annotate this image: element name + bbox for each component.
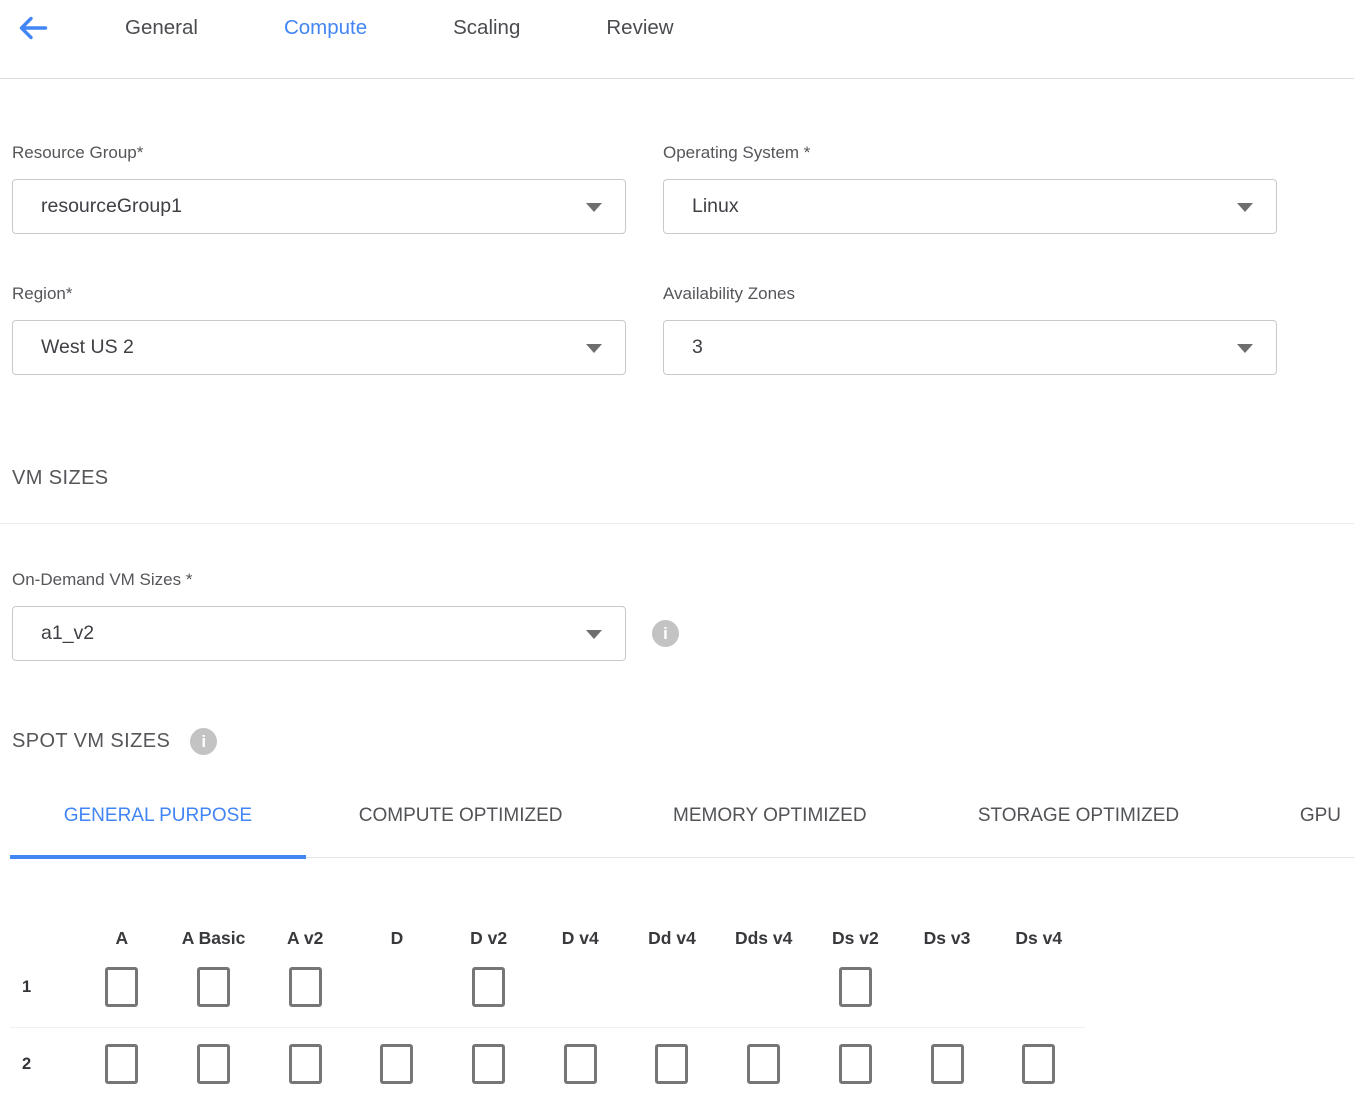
vm-grid-cell [76, 967, 168, 1007]
availability-zones-label: Availability Zones [663, 284, 1277, 304]
tab-memory-optimized[interactable]: MEMORY OPTIMIZED [615, 803, 924, 857]
vm-grid-row: 2 [0, 1044, 1277, 1084]
operating-system-value: Linux [692, 195, 739, 218]
vm-size-checkbox-ds-v2[interactable] [839, 1044, 872, 1084]
vm-size-checkbox-ds-v2[interactable] [839, 967, 872, 1007]
availability-zones-value: 3 [692, 336, 703, 359]
vm-grid-column-header: A Basic [168, 928, 260, 949]
availability-zones-select[interactable]: 3 [663, 320, 1277, 375]
tab-compute[interactable]: Compute [284, 15, 367, 41]
chevron-down-icon [586, 203, 602, 212]
vm-grid-cell [810, 967, 902, 1007]
vm-sizes-section-title: VM SIZES [12, 467, 1277, 490]
vm-size-checkbox-ds-v4[interactable] [1022, 1044, 1055, 1084]
vm-grid-column-header: A [76, 928, 168, 949]
vm-grid-row-label: 1 [0, 978, 76, 997]
vm-grid-column-header: A v2 [259, 928, 351, 949]
vm-grid-row: 1 [0, 967, 1277, 1007]
row-divider [10, 1027, 1085, 1028]
vm-grid-column-header: D [351, 928, 443, 949]
vm-grid-cell [168, 967, 260, 1007]
chevron-down-icon [1237, 344, 1253, 353]
vm-grid-cell [259, 967, 351, 1007]
chevron-down-icon [586, 344, 602, 353]
vm-size-checkbox-d-v4[interactable] [564, 1044, 597, 1084]
section-divider [0, 523, 1354, 524]
vm-grid-cell [443, 1044, 535, 1084]
operating-system-select[interactable]: Linux [663, 179, 1277, 234]
operating-system-label: Operating System * [663, 143, 1277, 163]
vm-grid-cell [901, 1044, 993, 1084]
vm-size-checkbox-d-v2[interactable] [472, 967, 505, 1007]
operating-system-field: Operating System * Linux [663, 143, 1277, 234]
vm-grid-column-header: Ds v2 [810, 928, 902, 949]
vm-grid-cell [259, 1044, 351, 1084]
arrow-left-icon [17, 12, 49, 44]
vm-size-checkbox-a-basic[interactable] [197, 967, 230, 1007]
resource-group-label: Resource Group* [12, 143, 626, 163]
wizard-steps: General Compute Scaling Review [125, 15, 674, 41]
vm-grid-cell [810, 1044, 902, 1084]
vm-size-grid: AA BasicA v2DD v2D v4Dd v4Dds v4Ds v2Ds … [0, 928, 1277, 1084]
info-icon[interactable]: i [652, 620, 679, 647]
vm-size-checkbox-a[interactable] [105, 1044, 138, 1084]
vm-size-checkbox-ds-v3[interactable] [931, 1044, 964, 1084]
spot-vm-category-tabs: GENERAL PURPOSE COMPUTE OPTIMIZED MEMORY… [10, 803, 1354, 858]
region-field: Region* West US 2 [12, 284, 626, 375]
spot-vm-sizes-section-title: SPOT VM SIZES [12, 730, 170, 753]
vm-size-checkbox-dd-v4[interactable] [655, 1044, 688, 1084]
spot-vm-sizes-header: SPOT VM SIZES i [12, 728, 1277, 755]
vm-grid-column-header: Dds v4 [718, 928, 810, 949]
vm-grid-cell [168, 1044, 260, 1084]
compute-form: Resource Group* resourceGroup1 Operating… [0, 143, 1354, 1084]
tab-storage-optimized[interactable]: STORAGE OPTIMIZED [924, 803, 1233, 857]
chevron-down-icon [586, 630, 602, 639]
vm-grid-cell [443, 967, 535, 1007]
chevron-down-icon [1237, 203, 1253, 212]
tab-compute-optimized[interactable]: COMPUTE OPTIMIZED [306, 803, 616, 857]
on-demand-vm-sizes-value: a1_v2 [41, 622, 94, 645]
form-grid: Resource Group* resourceGroup1 Operating… [12, 143, 1277, 375]
vm-grid-column-header: Ds v4 [993, 928, 1085, 949]
wizard-nav: General Compute Scaling Review [0, 0, 1354, 79]
info-icon[interactable]: i [190, 728, 217, 755]
tab-scaling[interactable]: Scaling [453, 15, 520, 41]
tab-review[interactable]: Review [606, 15, 673, 41]
on-demand-vm-sizes-row: a1_v2 i [12, 606, 1277, 661]
vm-size-checkbox-dds-v4[interactable] [747, 1044, 780, 1084]
vm-grid-column-header: D v2 [443, 928, 535, 949]
back-button[interactable] [14, 9, 52, 47]
vm-grid-cell [76, 1044, 168, 1084]
vm-size-checkbox-a[interactable] [105, 967, 138, 1007]
vm-grid-cell [718, 1044, 810, 1084]
on-demand-vm-sizes-label: On-Demand VM Sizes * [12, 570, 1277, 590]
resource-group-value: resourceGroup1 [41, 195, 182, 218]
availability-zones-field: Availability Zones 3 [663, 284, 1277, 375]
tab-general-purpose[interactable]: GENERAL PURPOSE [10, 803, 306, 857]
vm-grid-cell [993, 1044, 1085, 1084]
vm-grid-cell [534, 1044, 626, 1084]
vm-size-checkbox-d-v2[interactable] [472, 1044, 505, 1084]
vm-grid-column-header: Dd v4 [626, 928, 718, 949]
region-value: West US 2 [41, 336, 134, 359]
resource-group-field: Resource Group* resourceGroup1 [12, 143, 626, 234]
vm-size-checkbox-a-v2[interactable] [289, 967, 322, 1007]
vm-grid-row-label: 2 [0, 1055, 76, 1074]
vm-grid-header-row: AA BasicA v2DD v2D v4Dd v4Dds v4Ds v2Ds … [0, 928, 1277, 949]
vm-size-checkbox-d[interactable] [380, 1044, 413, 1084]
vm-grid-cell [351, 1044, 443, 1084]
region-select[interactable]: West US 2 [12, 320, 626, 375]
region-label: Region* [12, 284, 626, 304]
on-demand-vm-sizes-select[interactable]: a1_v2 [12, 606, 626, 661]
tab-gpu[interactable]: GPU [1233, 803, 1354, 857]
vm-grid-cell [626, 1044, 718, 1084]
vm-grid-column-header: Ds v3 [901, 928, 993, 949]
vm-size-checkbox-a-v2[interactable] [289, 1044, 322, 1084]
resource-group-select[interactable]: resourceGroup1 [12, 179, 626, 234]
tab-general[interactable]: General [125, 15, 198, 41]
vm-size-checkbox-a-basic[interactable] [197, 1044, 230, 1084]
vm-grid-column-header: D v4 [534, 928, 626, 949]
